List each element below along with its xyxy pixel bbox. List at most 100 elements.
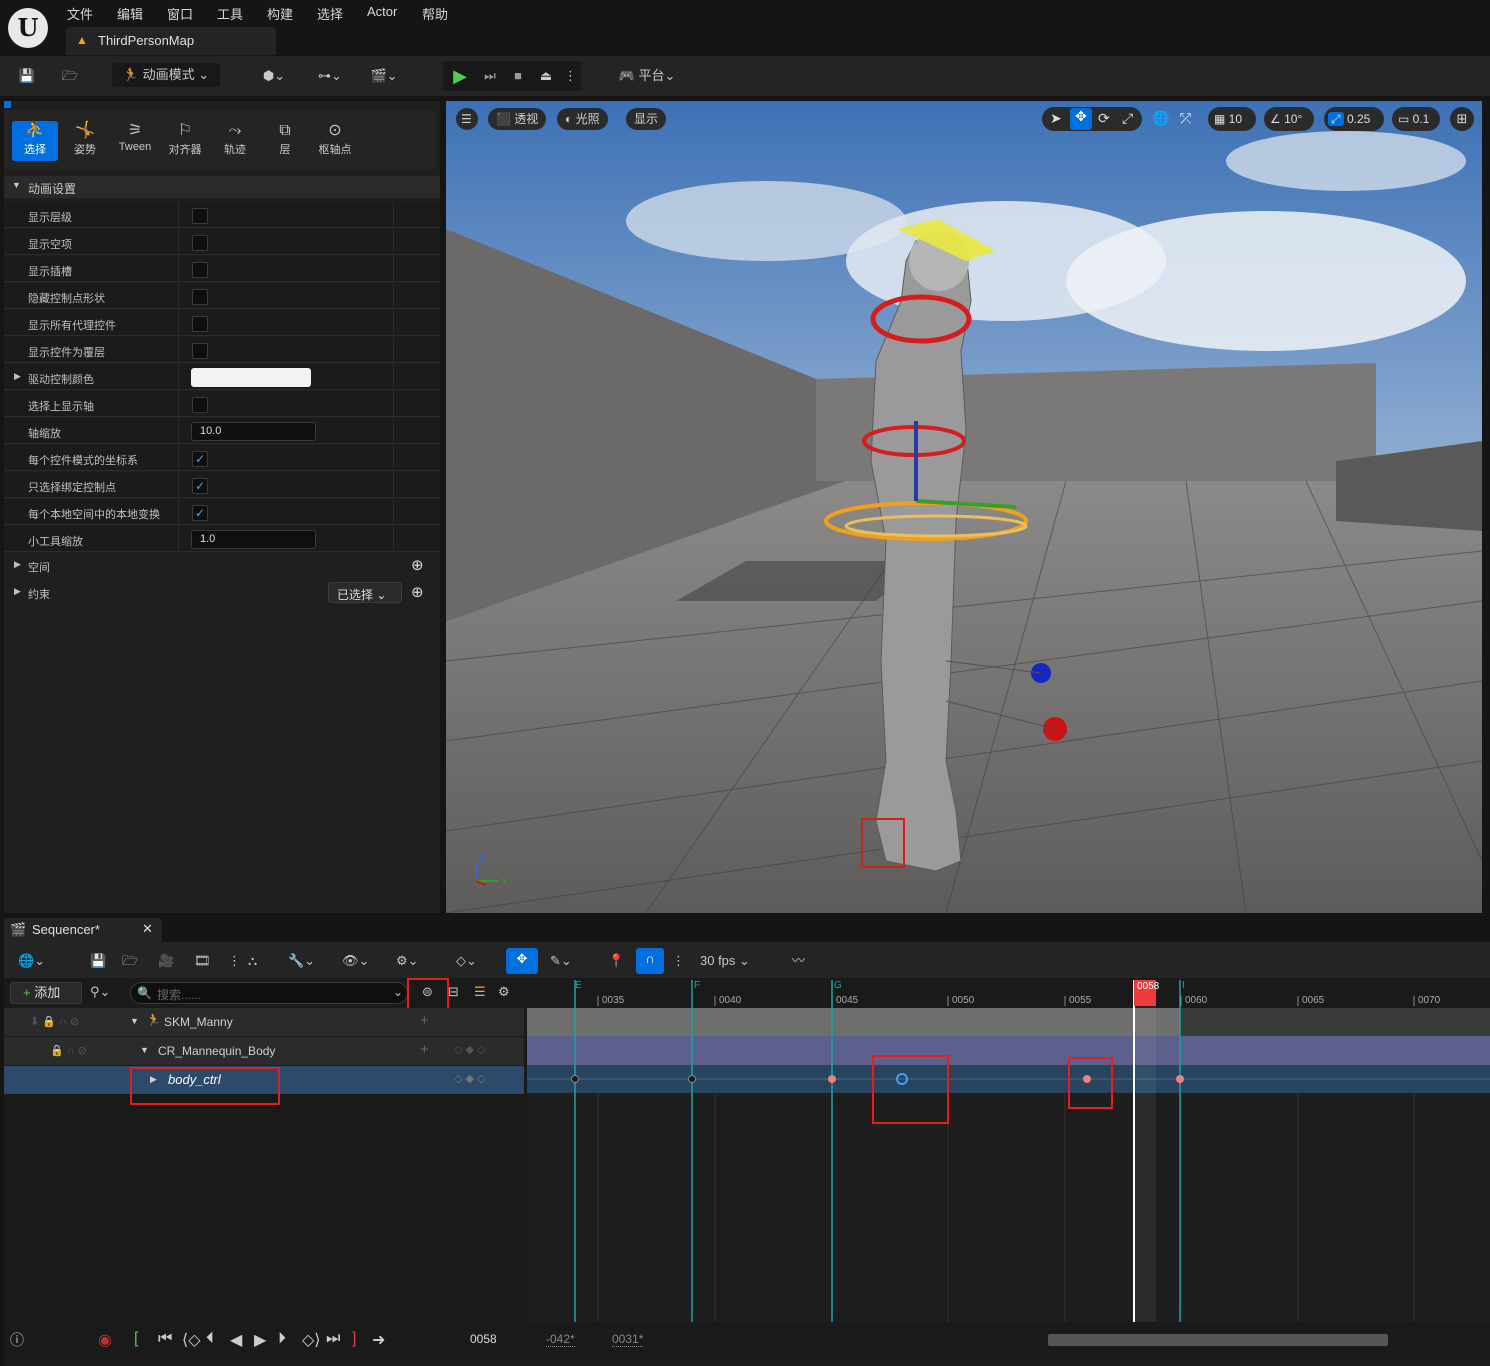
camera-icon[interactable]: 🎥 (158, 950, 174, 972)
menu-file[interactable]: 文件 (67, 4, 93, 23)
prop-checkbox[interactable] (192, 289, 208, 305)
layout-icon[interactable]: ⊞ (1450, 107, 1474, 131)
next-frame-icon[interactable]: ⏵ (278, 1330, 286, 1348)
search-input[interactable]: 🔍 搜索...... ⌄ (130, 982, 408, 1004)
scale-snap[interactable]: ⤢ 0.25 (1324, 107, 1384, 131)
track-control-rig[interactable]: 🔒 ∩ ⊘ ▼ CR_Mannequin_Body + ◇ ◆ ◇ (4, 1037, 524, 1065)
surface-snap-icon[interactable]: ⤱ (1180, 110, 1191, 127)
menu-edit[interactable]: 编辑 (117, 4, 143, 23)
close-icon[interactable]: ✕ (142, 921, 153, 937)
play-forward-icon[interactable]: ▶ (254, 1330, 266, 1350)
more-icon[interactable]: ⋮ (672, 950, 685, 972)
blueprint-icon[interactable]: ⊶⌄ (312, 64, 348, 88)
eye-icon[interactable]: 👁⌄ (342, 950, 369, 972)
step-icon[interactable]: ⏭ (480, 64, 500, 88)
edit-icon[interactable]: ✎⌄ (550, 950, 572, 972)
add-icon[interactable]: + (420, 1041, 429, 1058)
playback-settings-icon[interactable]: ⚙⌄ (396, 950, 419, 972)
camera-speed[interactable]: ▭ 0.1 (1392, 107, 1440, 131)
stop-icon[interactable]: ■ (508, 64, 528, 88)
perspective-button[interactable]: ⬛ 透视 (488, 108, 547, 130)
scale-icon[interactable]: ⤢ (1122, 110, 1133, 127)
menu-help[interactable]: 帮助 (422, 4, 448, 23)
key-nav-icons[interactable]: ◇ ◆ ◇ (454, 1043, 486, 1056)
add-icon[interactable]: + (420, 1012, 429, 1029)
level-tab[interactable]: ▲ ThirdPersonMap (66, 27, 276, 55)
space-row[interactable]: ▶ 空间 ⊕ (4, 552, 440, 578)
current-frame-field[interactable]: 0058 (470, 1332, 497, 1346)
keyframe[interactable] (571, 1075, 579, 1083)
tool-select[interactable]: ⛹ 选择 (12, 121, 58, 161)
menu-select[interactable]: 选择 (317, 4, 343, 23)
mode-dropdown[interactable]: 🏃 动画模式 ⌄ (112, 63, 220, 87)
key-nav-icons[interactable]: ◇ ◆ ◇ (454, 1072, 486, 1085)
prev-frame-icon[interactable]: ⏴ (206, 1330, 214, 1348)
add-actor-icon[interactable]: ⬢⌄ (256, 64, 292, 88)
keyframe[interactable] (688, 1075, 696, 1083)
tool-tween[interactable]: ⚞ Tween (112, 121, 158, 161)
prop-checkbox[interactable]: ✓ (192, 505, 208, 521)
fps-dropdown[interactable]: 30 fps ⌄ (700, 950, 750, 972)
content-browser-icon[interactable]: 🗁 (58, 64, 82, 88)
prop-checkbox[interactable] (192, 235, 208, 251)
key-icon[interactable]: ◇⌄ (456, 950, 477, 972)
more-icon[interactable]: ⋮ (228, 950, 241, 972)
menu-window[interactable]: 窗口 (167, 4, 193, 23)
tool-pose[interactable]: 🤸 姿势 (62, 121, 108, 161)
cinematics-icon[interactable]: 🎬⌄ (366, 64, 402, 88)
prop-number-field[interactable]: 1.0 (191, 530, 316, 549)
grid-snap[interactable]: ▦ 10 (1208, 107, 1256, 131)
auto-key-icon[interactable]: ✥ (506, 948, 538, 974)
range-start-field[interactable]: -042* (546, 1332, 575, 1347)
start-bracket-icon[interactable]: [ (134, 1330, 138, 1348)
prop-checkbox[interactable] (192, 208, 208, 224)
to-start-icon[interactable]: ⏮ (158, 1330, 172, 1348)
prop-checkbox[interactable] (192, 343, 208, 359)
end-bracket-icon[interactable]: ] (352, 1330, 356, 1348)
menu-build[interactable]: 构建 (267, 4, 293, 23)
save-icon[interactable]: 💾 (90, 950, 106, 972)
keyframe[interactable] (1176, 1075, 1184, 1083)
expand-all-icon[interactable]: ⊟ (448, 984, 459, 1000)
list-icon[interactable]: ☰ (474, 984, 486, 1000)
marker-icon[interactable]: 📍 (608, 950, 624, 972)
timeline-scrollbar[interactable] (1048, 1334, 1388, 1346)
platform-dropdown[interactable]: 🎮 平台⌄ (612, 64, 682, 88)
settings-icon[interactable]: ⚙ (498, 984, 510, 1000)
prop-checkbox[interactable] (192, 262, 208, 278)
viewport-menu-icon[interactable]: ☰ (456, 108, 478, 130)
next-key-icon[interactable]: ◇⟩ (302, 1330, 321, 1350)
rotate-icon[interactable]: ⟳ (1098, 110, 1110, 127)
keyframe[interactable] (828, 1075, 836, 1083)
menu-tools[interactable]: 工具 (217, 4, 243, 23)
level-viewport[interactable]: Z Y (446, 101, 1482, 913)
prop-checkbox[interactable]: ✓ (192, 451, 208, 467)
info-icon[interactable]: ⓘ (10, 1330, 24, 1350)
save-icon[interactable]: 💾 (16, 64, 38, 88)
loop-icon[interactable]: ➜ (372, 1330, 385, 1350)
prop-checkbox[interactable]: ✓ (192, 478, 208, 494)
graph-icon[interactable]: ⛬ (248, 950, 257, 972)
more-icon[interactable]: ⋮ (564, 64, 577, 88)
sequencer-tab[interactable]: 🎬 Sequencer* ✕ (4, 918, 162, 942)
wrench-icon[interactable]: 🔧⌄ (288, 950, 315, 972)
menu-actor[interactable]: Actor (367, 4, 397, 19)
tool-layers[interactable]: ⧉ 层 (262, 121, 308, 161)
curve-editor-icon[interactable]: 〰 (792, 950, 805, 972)
filter-icon[interactable]: ⚲⌄ (90, 984, 110, 1000)
track-skm-manny[interactable]: ⬇ 🔒 ∩ ⊘ ▼ 🏃 SKM_Manny + (4, 1008, 524, 1036)
translate-icon[interactable]: ✥ (1070, 108, 1092, 130)
color-swatch[interactable] (191, 368, 311, 387)
tool-aligner[interactable]: ⚐ 对齐器 (162, 121, 208, 161)
add-circle-icon[interactable]: ⊕ (411, 556, 424, 574)
constraint-row[interactable]: ▶ 约束 已选择 ⌄ ⊕ (4, 579, 440, 605)
prop-checkbox[interactable] (192, 397, 208, 413)
render-icon[interactable]: 🎞 (194, 950, 211, 972)
reverse-icon[interactable]: ◀ (230, 1330, 242, 1350)
add-track-button[interactable]: + 添加 (10, 982, 82, 1004)
show-button[interactable]: 显示 (626, 108, 667, 130)
select-arrow-icon[interactable]: ➤ (1050, 110, 1062, 127)
timeline[interactable]: E F G I 0035 0040 0045 0050 0055 0060 00… (527, 980, 1490, 1322)
add-circle-icon[interactable]: ⊕ (411, 583, 424, 601)
section-anim-settings[interactable]: ▼ 动画设置 (4, 176, 440, 198)
